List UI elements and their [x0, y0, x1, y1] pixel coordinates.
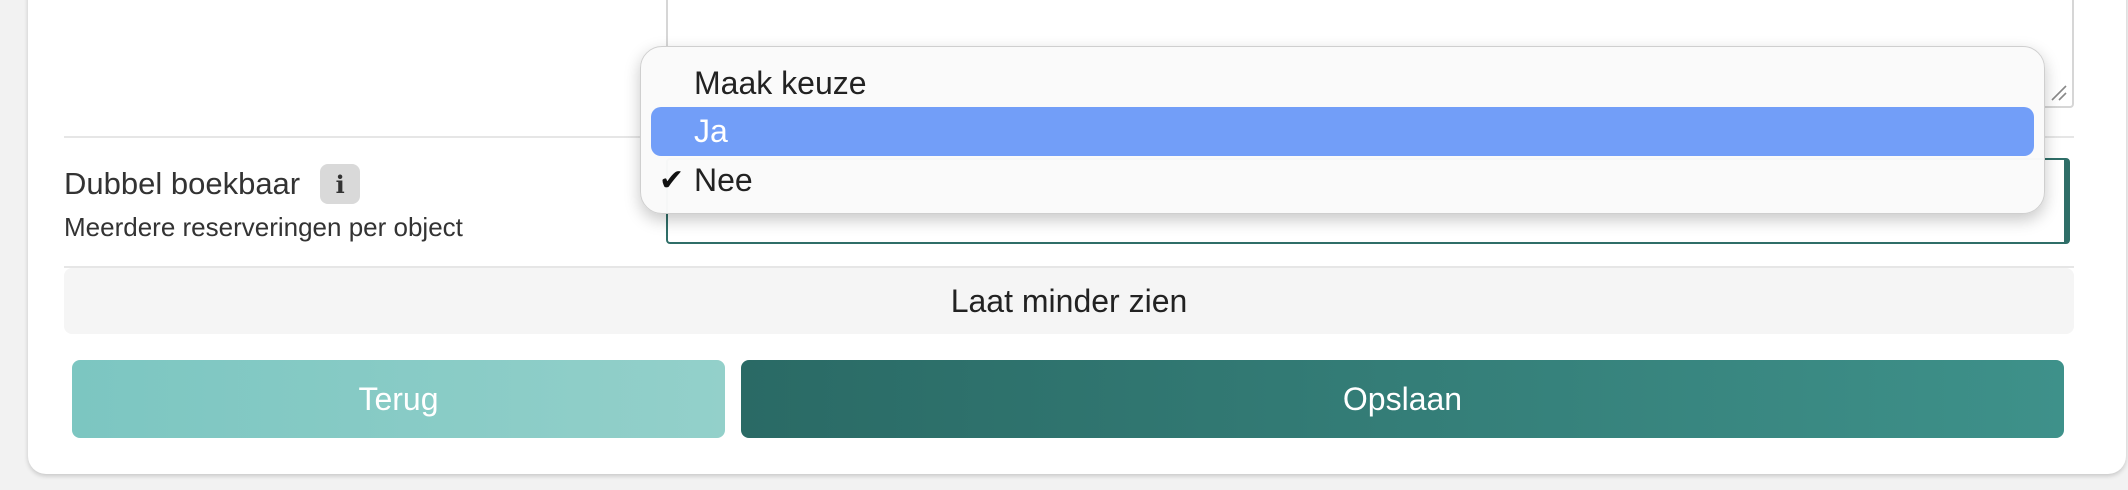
back-button[interactable]: Terug: [72, 360, 725, 438]
dropdown-option-label: Ja: [694, 113, 728, 149]
checkmark-icon: ✔: [659, 164, 685, 197]
info-icon[interactable]: i: [320, 164, 361, 204]
show-less-label: Laat minder zien: [950, 282, 1188, 319]
double-bookable-description: Meerdere reserveringen per object: [64, 212, 463, 242]
dropdown-option-ja[interactable]: Ja: [651, 107, 2034, 156]
dropdown-option-label: Nee: [694, 162, 753, 198]
double-bookable-label-row: Dubbel boekbaar i: [64, 164, 361, 204]
select-dropdown-menu: Maak keuze Ja ✔ Nee: [640, 46, 2045, 214]
dropdown-option-maak-keuze[interactable]: Maak keuze: [651, 59, 2034, 108]
show-less-toggle[interactable]: Laat minder zien: [64, 268, 2074, 334]
dropdown-option-label: Maak keuze: [694, 65, 867, 101]
dropdown-option-nee[interactable]: ✔ Nee: [651, 156, 2034, 205]
double-bookable-label: Dubbel boekbaar: [64, 166, 301, 201]
back-button-label: Terug: [358, 380, 439, 417]
save-button-label: Opslaan: [1342, 380, 1463, 417]
save-button[interactable]: Opslaan: [741, 360, 2064, 438]
resize-grip-icon[interactable]: [2048, 82, 2068, 102]
